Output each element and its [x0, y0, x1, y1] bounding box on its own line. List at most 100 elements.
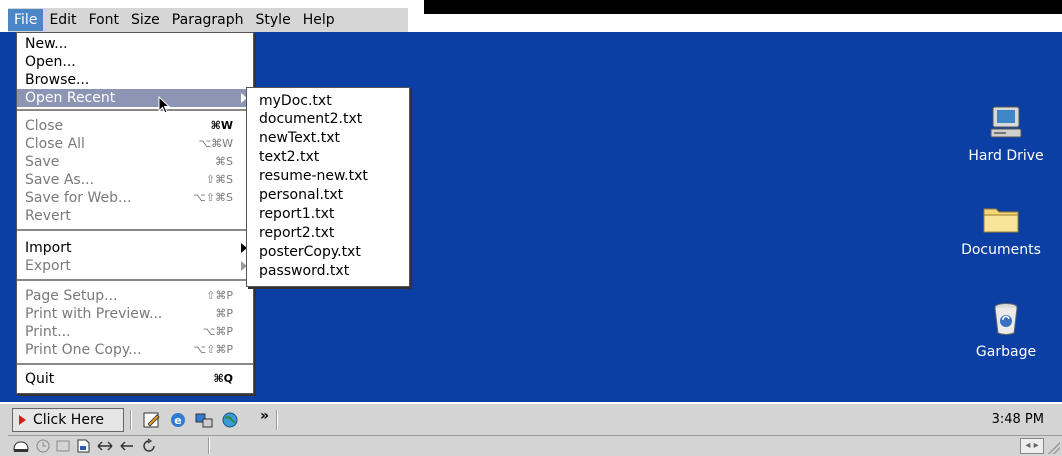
- scroll-buttons[interactable]: ◂ ▸: [1020, 438, 1044, 454]
- menu-help[interactable]: Help: [297, 9, 341, 31]
- menu-item-quit[interactable]: Quit ⌘Q: [17, 370, 253, 388]
- window-icon[interactable]: [54, 438, 72, 454]
- menu-item-print-one-copy[interactable]: Print One Copy... ⌥⇧⌘P: [17, 341, 253, 359]
- drive-icon[interactable]: [12, 438, 30, 454]
- divider: [208, 437, 210, 454]
- menu-item-label: Print One Copy...: [25, 342, 142, 358]
- play-icon: [19, 415, 26, 425]
- menu-item-print[interactable]: Print... ⌥⌘P: [17, 323, 253, 341]
- menu-edit[interactable]: Edit: [43, 9, 82, 31]
- menu-item-label: Quit: [25, 371, 55, 387]
- globe-icon[interactable]: [220, 410, 240, 430]
- menu-file[interactable]: File: [8, 9, 44, 31]
- menu-item-new[interactable]: New...: [17, 35, 253, 53]
- recent-file-item[interactable]: newText.txt: [247, 129, 409, 147]
- resize-grip-icon[interactable]: [1048, 442, 1060, 454]
- file-menu: New... Open... Browse... Open Recent Clo…: [16, 32, 254, 394]
- menu-item-save[interactable]: Save ⌘S: [17, 153, 253, 171]
- menu-item-export[interactable]: Export: [17, 257, 253, 275]
- swap-icon[interactable]: [96, 438, 114, 454]
- menu-bar: File Edit Font Size Paragraph Style Help: [8, 8, 408, 32]
- menu-item-close[interactable]: Close ⌘W: [17, 117, 253, 135]
- menu-paragraph[interactable]: Paragraph: [166, 9, 250, 31]
- shortcut: ⇧⌘P: [206, 289, 233, 302]
- recent-file-item[interactable]: document2.txt: [247, 110, 409, 128]
- shortcut: ⌘W: [210, 119, 233, 132]
- menu-item-label: Open...: [25, 54, 76, 70]
- shortcut: ⌘P: [215, 307, 233, 320]
- menu-item-print-with-preview[interactable]: Print with Preview... ⌘P: [17, 305, 253, 323]
- menu-item-open[interactable]: Open...: [17, 53, 253, 71]
- menu-separator: [17, 363, 253, 365]
- menu-item-label: Save As...: [25, 172, 95, 188]
- divider: [276, 410, 278, 430]
- edit-icon[interactable]: [142, 410, 162, 430]
- desktop-icon-label: Documents: [961, 242, 1041, 258]
- menu-item-label: Open Recent: [25, 90, 116, 106]
- menu-item-label: Page Setup...: [25, 288, 118, 304]
- recent-file-item[interactable]: resume-new.txt: [247, 167, 409, 185]
- recent-file-item[interactable]: myDoc.txt: [247, 92, 409, 110]
- more-button[interactable]: »: [260, 408, 269, 424]
- menu-item-import[interactable]: Import: [17, 239, 253, 257]
- desktop-icon-label: Garbage: [975, 344, 1037, 360]
- menu-item-browse[interactable]: Browse...: [17, 71, 253, 89]
- back-icon[interactable]: [118, 438, 136, 454]
- computer-icon: [990, 106, 1022, 138]
- recent-file-item[interactable]: report1.txt: [247, 205, 409, 223]
- taskbar-top-row: Click Here e » 3:48 PM: [8, 404, 1062, 435]
- menu-item-label: Close: [25, 118, 64, 134]
- shortcut: ⇧⌘S: [205, 173, 233, 186]
- menu-item-label: Save for Web...: [25, 190, 132, 206]
- taskbar: Click Here e » 3:48 PM ◂ ▸: [0, 402, 1062, 456]
- desktop-icon-hard-drive[interactable]: Hard Drive: [966, 106, 1046, 164]
- shortcut: ⌥⌘P: [202, 325, 233, 338]
- menu-item-close-all[interactable]: Close All ⌥⌘W: [17, 135, 253, 153]
- shortcut: ⌘S: [215, 155, 233, 168]
- menu-item-label: Print...: [25, 324, 71, 340]
- divider: [130, 410, 132, 430]
- menu-item-label: Revert: [25, 208, 71, 224]
- menu-item-save-for-web[interactable]: Save for Web... ⌥⇧⌘S: [17, 189, 253, 207]
- mouse-pointer-icon: [158, 96, 171, 114]
- trash-icon: [994, 303, 1018, 335]
- recent-file-item[interactable]: personal.txt: [247, 186, 409, 204]
- menu-style[interactable]: Style: [250, 9, 297, 31]
- shortcut: ⌥⌘W: [198, 137, 233, 150]
- menu-font[interactable]: Font: [83, 9, 125, 31]
- folder-icon: [983, 208, 1019, 233]
- clock-icon[interactable]: [34, 438, 52, 454]
- menu-item-label: Close All: [25, 136, 85, 152]
- menu-separator: [17, 109, 253, 111]
- menu-separator: [17, 279, 253, 281]
- menu-item-save-as[interactable]: Save As... ⇧⌘S: [17, 171, 253, 189]
- desktop-icon-label: Hard Drive: [968, 148, 1044, 164]
- menu-item-page-setup[interactable]: Page Setup... ⇧⌘P: [17, 287, 253, 305]
- document-icon[interactable]: [74, 438, 92, 454]
- shortcut: ⌥⇧⌘P: [193, 343, 233, 356]
- recent-file-item[interactable]: password.txt: [247, 262, 409, 280]
- refresh-icon[interactable]: [140, 438, 158, 454]
- menu-item-label: Browse...: [25, 72, 90, 88]
- start-button[interactable]: Click Here: [12, 408, 124, 432]
- black-strip: [424, 0, 1062, 14]
- start-button-label: Click Here: [33, 412, 105, 428]
- open-recent-submenu: myDoc.txt document2.txt newText.txt text…: [246, 87, 410, 287]
- taskbar-bottom-row: ◂ ▸: [8, 435, 1062, 456]
- menu-item-revert[interactable]: Revert: [17, 207, 253, 225]
- desktop-icon-garbage[interactable]: Garbage: [966, 302, 1046, 360]
- recent-file-item[interactable]: text2.txt: [247, 148, 409, 166]
- browser-icon[interactable]: e: [168, 410, 188, 430]
- recent-file-item[interactable]: posterCopy.txt: [247, 243, 409, 261]
- menu-separator: [17, 229, 253, 231]
- shortcut: ⌘Q: [213, 372, 233, 385]
- menu-item-label: Import: [25, 240, 72, 256]
- clock: 3:48 PM: [991, 412, 1044, 427]
- network-icon[interactable]: [194, 410, 214, 430]
- menu-item-open-recent[interactable]: Open Recent: [17, 89, 253, 107]
- menu-size[interactable]: Size: [125, 9, 166, 31]
- menu-item-label: Print with Preview...: [25, 306, 163, 322]
- shortcut: ⌥⇧⌘S: [193, 191, 233, 204]
- desktop-icon-documents[interactable]: Documents: [960, 204, 1042, 258]
- recent-file-item[interactable]: report2.txt: [247, 224, 409, 242]
